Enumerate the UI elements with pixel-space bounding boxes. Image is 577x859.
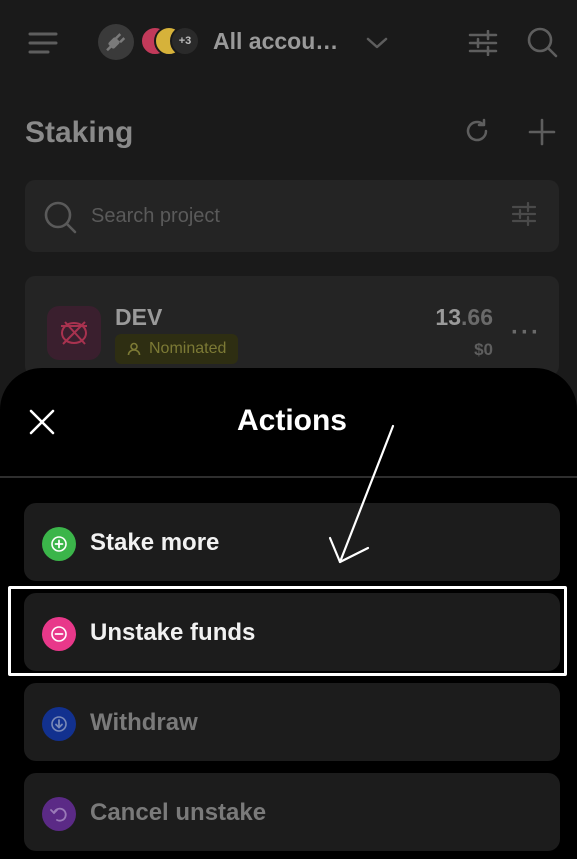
action-label: Withdraw (90, 709, 198, 736)
action-label: Cancel unstake (90, 799, 267, 826)
top-bar: +3 All accou… (0, 0, 577, 86)
avatar-more-count: +3 (170, 26, 200, 56)
plus-circle-icon (42, 527, 76, 561)
token-logo (47, 306, 101, 360)
minus-circle-icon (42, 617, 76, 651)
user-icon (127, 342, 141, 356)
status-badge-label: Nominated (149, 340, 227, 357)
search-icon (43, 200, 77, 234)
sheet-title: Actions (236, 404, 347, 437)
reload-icon[interactable] (462, 116, 492, 146)
more-options-icon[interactable]: ··· (509, 316, 543, 350)
actions-sheet: Actions Stake more Unstake funds Withdra… (0, 368, 577, 859)
sliders-icon[interactable] (511, 201, 539, 230)
search-icon[interactable] (524, 24, 560, 60)
download-circle-icon (42, 707, 76, 741)
withdraw-button[interactable]: Withdraw (24, 683, 560, 761)
stake-amount: 13.66 (435, 304, 493, 331)
cancel-unstake-button[interactable]: Cancel unstake (24, 773, 560, 851)
plug-icon[interactable] (98, 24, 134, 60)
stake-more-button[interactable]: Stake more (24, 503, 560, 581)
undo-circle-icon (42, 797, 76, 831)
unstake-funds-button[interactable]: Unstake funds (24, 593, 560, 671)
fiat-value: $0 (474, 340, 493, 359)
account-selector-label[interactable]: All accou… (213, 28, 338, 55)
amount-decimal: .66 (461, 304, 493, 330)
divider (0, 476, 577, 478)
account-avatars[interactable]: +3 (140, 26, 204, 60)
action-label: Stake more (90, 529, 220, 556)
stake-item-card[interactable]: DEV Nominated 13.66 $0 ··· (25, 276, 559, 376)
chevron-down-icon[interactable] (364, 30, 390, 56)
search-input[interactable] (91, 198, 491, 234)
page-title: Staking (25, 116, 134, 149)
amount-integer: 13 (435, 304, 462, 330)
sliders-icon[interactable] (466, 26, 500, 60)
menu-icon[interactable] (26, 26, 60, 60)
search-bar (25, 180, 559, 252)
status-badge: Nominated (115, 334, 239, 364)
token-name: DEV (115, 304, 163, 330)
plus-icon[interactable] (526, 116, 558, 148)
action-label: Unstake funds (90, 619, 256, 646)
